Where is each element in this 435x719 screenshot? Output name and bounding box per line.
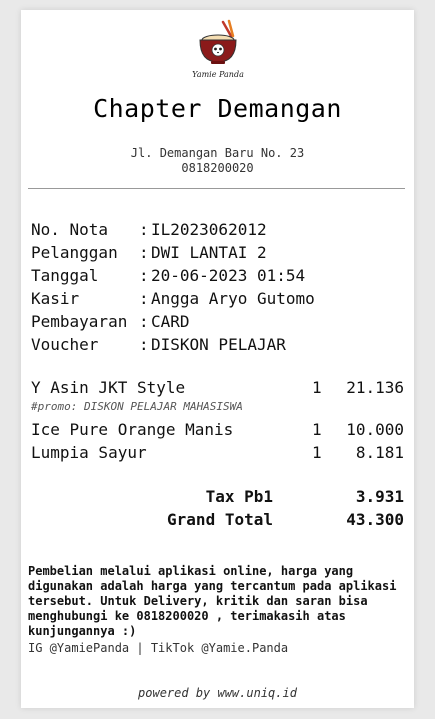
grand-total-row: Grand Total 43.300 [31, 508, 404, 531]
info-value: DWI LANTAI 2 [151, 243, 267, 262]
info-label: Voucher [31, 335, 99, 354]
info-colon: : [139, 266, 149, 285]
tax-row: Tax Pb1 3.931 [31, 485, 404, 508]
info-row-tanggal: Tanggal : 20-06-2023 01:54 [31, 264, 401, 287]
panda-bowl-icon [199, 19, 237, 64]
info-value: IL2023062012 [151, 220, 267, 239]
info-row-pelanggan: Pelanggan : DWI LANTAI 2 [31, 241, 401, 264]
info-value: CARD [151, 312, 190, 331]
item-promo: #promo: DISKON PELAJAR MAHASISWA [31, 400, 243, 413]
info-colon: : [139, 220, 149, 239]
item-qty: 1 [312, 420, 322, 439]
info-label: Pembayaran [31, 312, 128, 331]
item-price: 10.000 [346, 420, 404, 439]
info-colon: : [139, 243, 149, 262]
store-phone: 0818200020 [181, 161, 254, 175]
list-item: Y Asin JKT Style 1 21.136 [31, 376, 404, 399]
info-label: Tanggal [31, 266, 99, 285]
store-name: Chapter Demangan [93, 94, 342, 123]
social-handles: IG @YamiePanda | TikTok @Yamie.Panda [28, 641, 289, 655]
store-address: Jl. Demangan Baru No. 23 [130, 146, 305, 160]
item-list: Y Asin JKT Style 1 21.136 #promo: DISKON… [31, 376, 404, 464]
info-colon: : [139, 289, 149, 308]
info-value: Angga Aryo Gutomo [151, 289, 315, 308]
tax-value: 3.931 [355, 487, 404, 506]
info-row-kasir: Kasir : Angga Aryo Gutomo [31, 287, 401, 310]
list-item: Lumpia Sayur 1 8.181 [31, 441, 404, 464]
divider [28, 188, 405, 189]
receipt-note: Pembelian melalui aplikasi online, harga… [28, 564, 397, 638]
grand-total-value: 43.300 [346, 510, 404, 529]
item-name: Ice Pure Orange Manis [31, 420, 234, 439]
item-name: Y Asin JKT Style [31, 378, 186, 397]
logo-text: Yamie Panda [192, 70, 244, 79]
item-name: Lumpia Sayur [31, 443, 147, 462]
list-item: Ice Pure Orange Manis 1 10.000 [31, 418, 404, 441]
info-row-nota: No. Nota : IL2023062012 [31, 218, 401, 241]
info-value: 20-06-2023 01:54 [151, 266, 306, 285]
info-label: Pelanggan [31, 243, 118, 262]
info-row-voucher: Voucher : DISKON PELAJAR [31, 333, 401, 356]
totals: Tax Pb1 3.931 Grand Total 43.300 [31, 485, 404, 531]
info-colon: : [139, 312, 149, 331]
info-row-pembayaran: Pembayaran : CARD [31, 310, 401, 333]
info-label: No. Nota [31, 220, 109, 239]
item-qty: 1 [312, 443, 322, 462]
item-price: 8.181 [355, 443, 404, 462]
info-value: DISKON PELAJAR [151, 335, 286, 354]
grand-total-label: Grand Total [167, 510, 273, 529]
receipt: Yamie Panda Chapter Demangan Jl. Demanga… [21, 10, 414, 708]
receipt-info: No. Nota : IL2023062012 Pelanggan : DWI … [31, 218, 401, 356]
item-price: 21.136 [346, 378, 404, 397]
brand-logo: Yamie Panda [185, 18, 251, 82]
info-colon: : [139, 335, 149, 354]
item-qty: 1 [312, 378, 322, 397]
tax-label: Tax Pb1 [205, 487, 273, 506]
info-label: Kasir [31, 289, 80, 308]
powered-by: powered by www.uniq.id [138, 686, 297, 700]
